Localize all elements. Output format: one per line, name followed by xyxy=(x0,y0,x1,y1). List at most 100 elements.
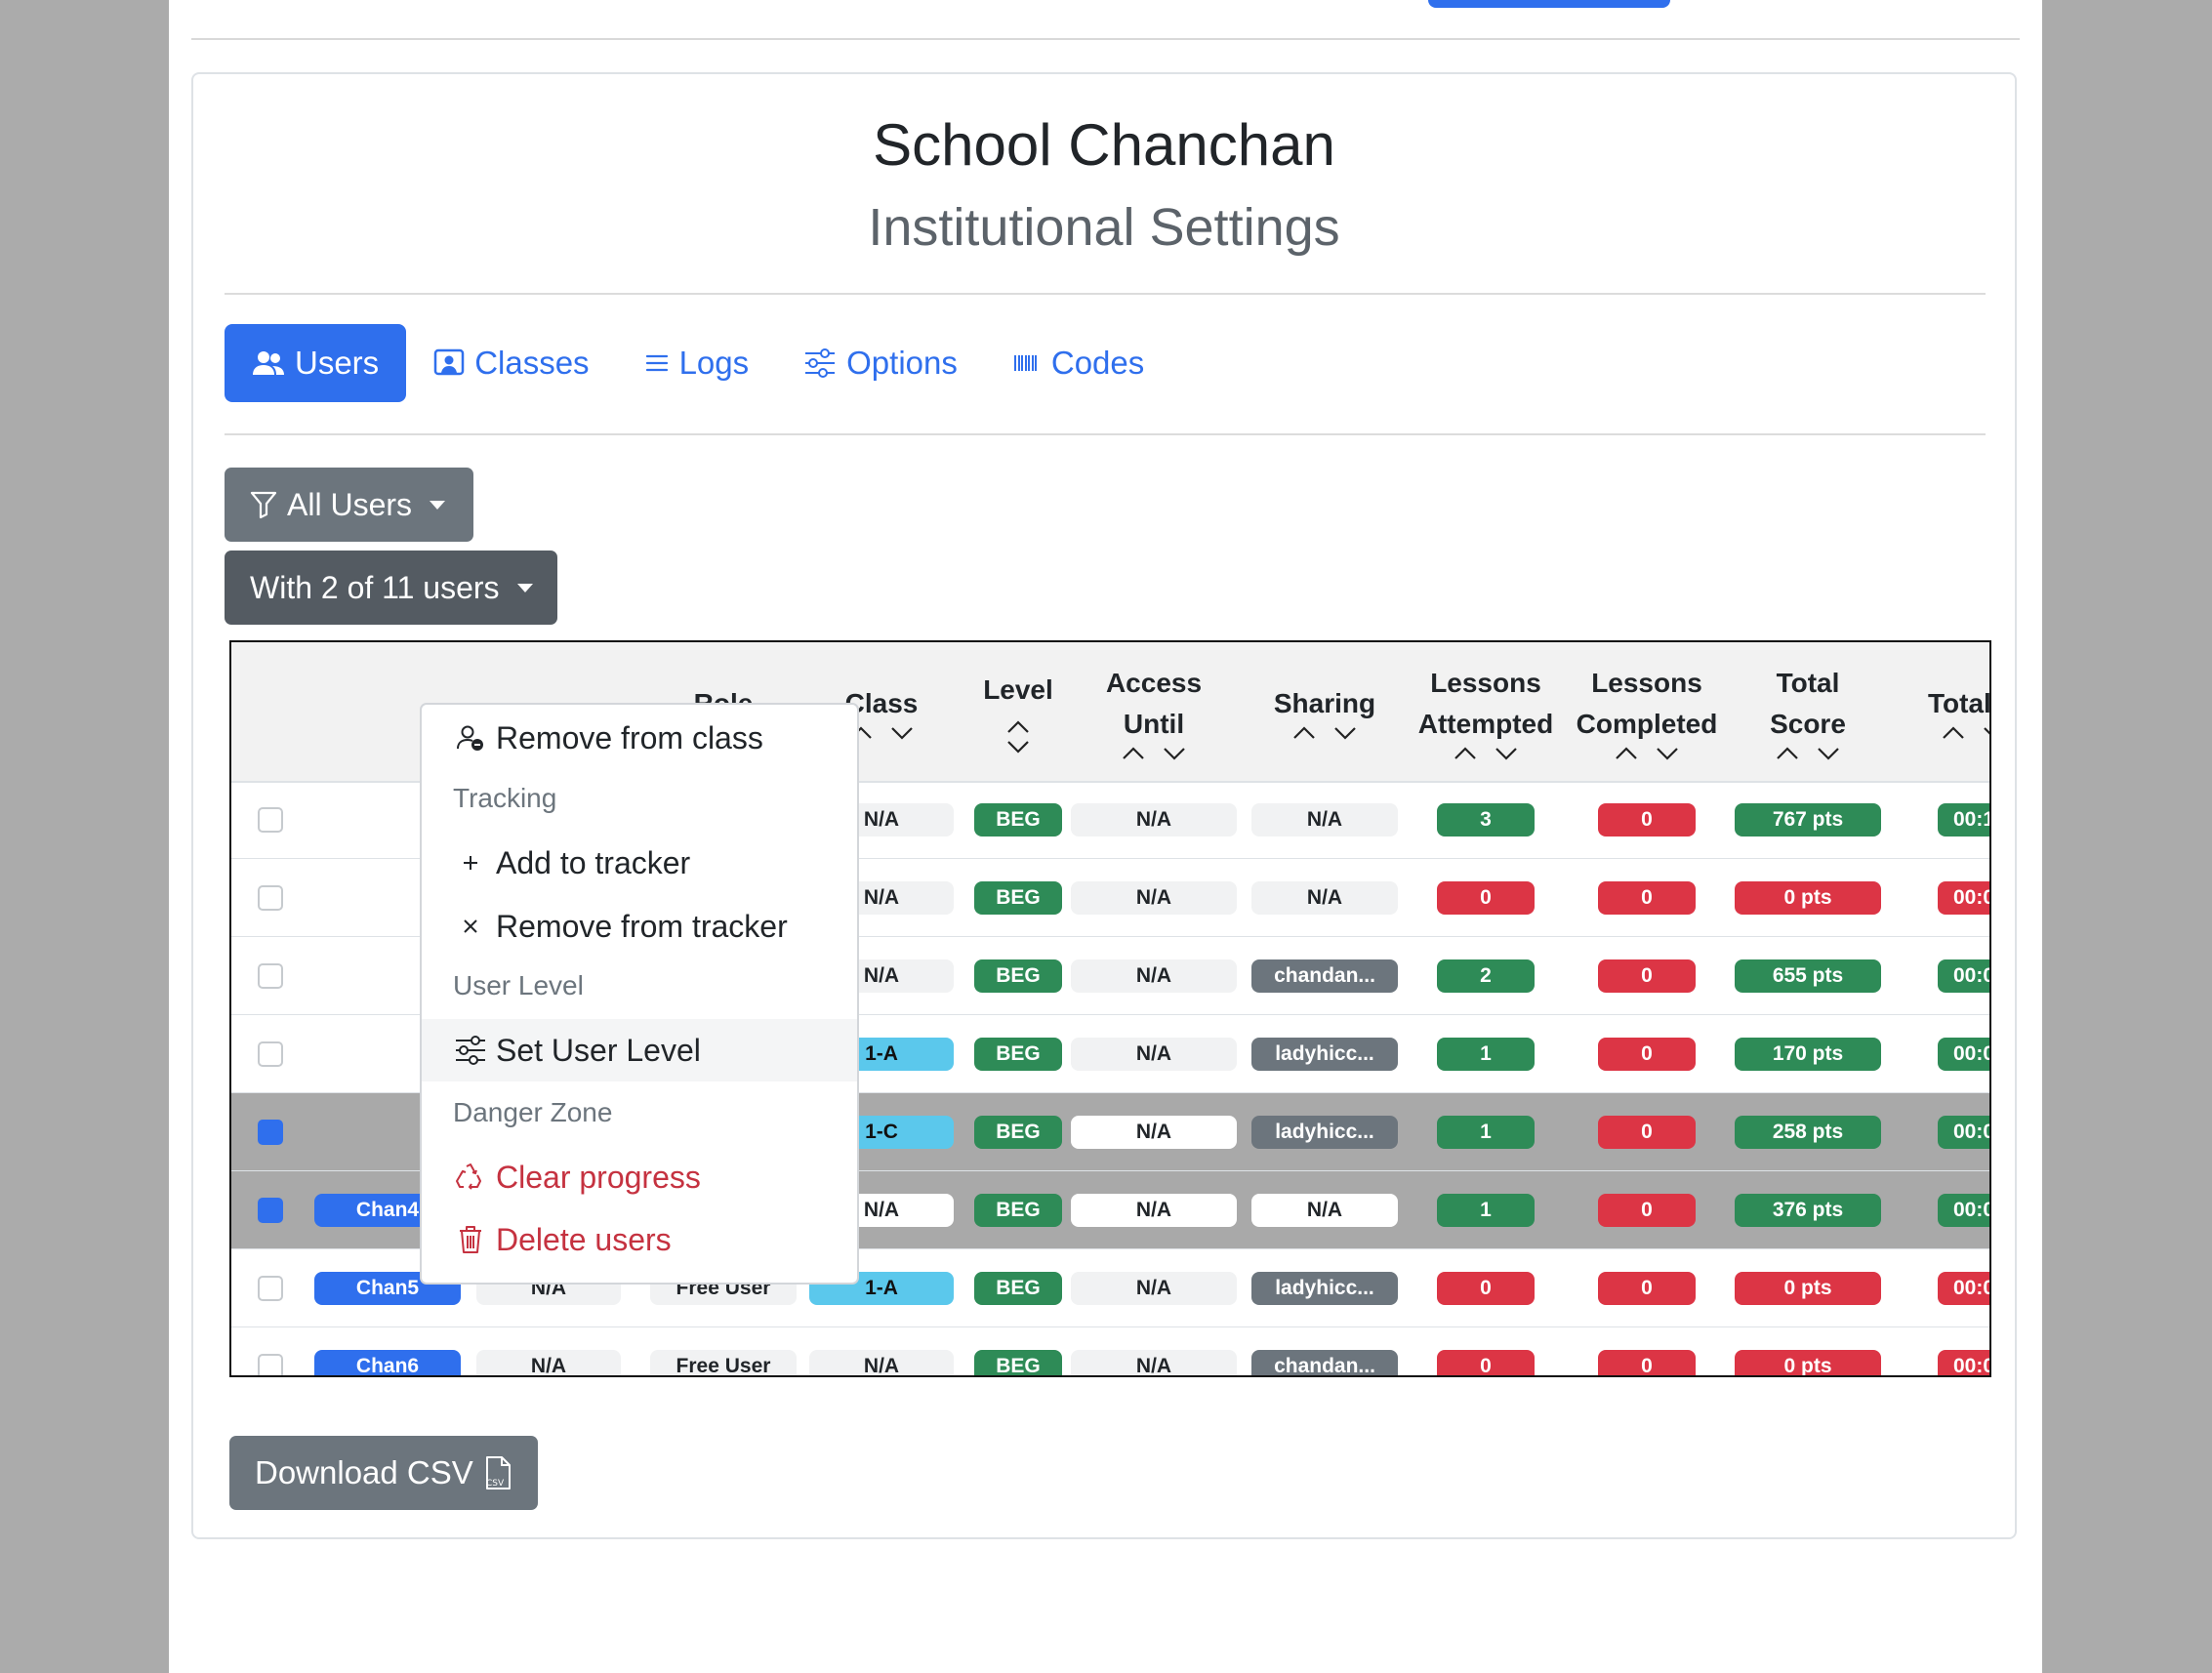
sort-desc-icon[interactable] xyxy=(1163,747,1186,760)
cell-sharing: chandan... xyxy=(1242,937,1408,1015)
sort-desc-icon[interactable] xyxy=(1983,726,1991,740)
tab-classes[interactable]: Classes xyxy=(406,324,616,402)
sort-asc-icon[interactable] xyxy=(1776,747,1799,760)
user-level-header: User Level xyxy=(453,970,584,1000)
cell-check xyxy=(231,1327,309,1375)
delete-users-item[interactable]: Delete users xyxy=(422,1208,857,1271)
sort-asc-icon[interactable] xyxy=(1615,747,1638,760)
cell-time: 00:03: xyxy=(1891,1171,1989,1249)
sort-desc-icon[interactable] xyxy=(890,726,914,740)
sort-desc-icon[interactable] xyxy=(1656,747,1679,760)
row-checkbox[interactable] xyxy=(258,1120,283,1145)
page: School Chanchan Institutional Settings U… xyxy=(169,0,2042,1673)
sort-desc-icon[interactable] xyxy=(1495,747,1518,760)
tab-logs-label: Logs xyxy=(678,345,750,381)
level-badge: BEG xyxy=(974,1116,1062,1149)
download-csv-label: Download CSV xyxy=(255,1454,473,1490)
sort-asc-icon[interactable] xyxy=(1942,726,1965,740)
cell-time: 00:05: xyxy=(1891,937,1989,1015)
sort-desc-icon[interactable] xyxy=(1333,726,1357,740)
set-user-level-item[interactable]: Set User Level xyxy=(422,1019,857,1081)
header-sharing[interactable]: Sharing xyxy=(1242,642,1408,781)
school-name: School Chanchan xyxy=(873,112,1335,178)
tab-codes-label: Codes xyxy=(1050,345,1145,381)
row-checkbox[interactable] xyxy=(258,1354,283,1375)
attempted-badge: 2 xyxy=(1437,959,1535,993)
filter-dropdown-button[interactable]: All Users xyxy=(225,468,473,542)
sharing-badge: ladyhicc... xyxy=(1251,1038,1398,1071)
table-row[interactable]: Chan6 N/A Free User N/A BEG N/A chandan... 0 0 0 … xyxy=(231,1327,1989,1375)
sort-asc-icon[interactable] xyxy=(1006,720,1030,734)
svg-text:CSV: CSV xyxy=(486,1479,505,1489)
role-badge: Free User xyxy=(650,1350,797,1375)
tab-codes[interactable]: Codes xyxy=(985,324,1171,402)
list-icon xyxy=(644,351,670,375)
time-badge: 00:10: xyxy=(1938,803,1989,836)
cell-score: 767 pts xyxy=(1730,781,1886,859)
sharing-badge: ladyhicc... xyxy=(1251,1116,1398,1149)
header-lessons-completed[interactable]: Lessons Completed xyxy=(1567,642,1727,781)
cell-name: Chan6 xyxy=(309,1327,466,1375)
row-checkbox[interactable] xyxy=(258,807,283,833)
header-total-time[interactable]: Total Ti xyxy=(1891,642,1991,781)
sort-asc-icon[interactable] xyxy=(1292,726,1316,740)
clear-progress-item[interactable]: Clear progress xyxy=(422,1146,857,1208)
row-checkbox[interactable] xyxy=(258,885,283,911)
cell-access: N/A xyxy=(1071,1093,1237,1171)
time-badge: 00:02: xyxy=(1938,1038,1989,1071)
cell-time: 00:03: xyxy=(1891,1093,1989,1171)
sort-desc-icon[interactable] xyxy=(1006,740,1030,754)
sort-desc-icon[interactable] xyxy=(1817,747,1840,760)
cell-access: N/A xyxy=(1071,781,1237,859)
recycle-icon xyxy=(453,1163,488,1192)
header-access-until[interactable]: Access Until xyxy=(1071,642,1237,781)
cell-check xyxy=(231,1171,309,1249)
sliders-icon xyxy=(803,348,837,378)
access-badge: N/A xyxy=(1071,1194,1237,1227)
cell-attempted: 0 xyxy=(1405,1327,1567,1375)
cell-level: BEG xyxy=(969,937,1067,1015)
row-checkbox[interactable] xyxy=(258,1276,283,1301)
score-badge: 170 pts xyxy=(1735,1038,1881,1071)
cell-completed: 0 xyxy=(1567,859,1727,937)
cell-completed: 0 xyxy=(1567,1249,1727,1327)
header-total-score[interactable]: Total Score xyxy=(1730,642,1886,781)
time-badge: 00:03: xyxy=(1938,1194,1989,1227)
tab-logs[interactable]: Logs xyxy=(617,324,777,402)
add-to-tracker-item[interactable]: Add to tracker xyxy=(422,832,857,894)
download-csv-button[interactable]: Download CSV CSV xyxy=(229,1436,538,1510)
access-badge: N/A xyxy=(1071,803,1237,836)
tabs-divider xyxy=(225,433,1986,435)
user-name-badge[interactable]: Chan6 xyxy=(314,1350,461,1375)
row-checkbox[interactable] xyxy=(258,963,283,989)
cell-level: BEG xyxy=(969,781,1067,859)
cell-check xyxy=(231,937,309,1015)
row-checkbox[interactable] xyxy=(258,1198,283,1223)
cell-attempted: 3 xyxy=(1405,781,1567,859)
users-icon xyxy=(252,349,285,377)
cell-check xyxy=(231,1249,309,1327)
level-badge: BEG xyxy=(974,803,1062,836)
cell-score: 0 pts xyxy=(1730,1249,1886,1327)
header-lessons-attempted[interactable]: Lessons Attempted xyxy=(1405,642,1567,781)
row-checkbox[interactable] xyxy=(258,1041,283,1067)
close-icon xyxy=(453,918,488,935)
remove-from-tracker-item[interactable]: Remove from tracker xyxy=(422,895,857,958)
bulk-actions-button[interactable]: With 2 of 11 users xyxy=(225,551,557,625)
user-remove-icon xyxy=(453,723,488,753)
sort-asc-icon[interactable] xyxy=(1454,747,1477,760)
sort-asc-icon[interactable] xyxy=(1122,747,1145,760)
remove-from-class-item[interactable]: Remove from class xyxy=(422,707,857,769)
cell-sharing: ladyhicc... xyxy=(1242,1093,1408,1171)
completed-badge: 0 xyxy=(1598,881,1696,915)
top-button[interactable] xyxy=(1428,0,1670,8)
tab-options[interactable]: Options xyxy=(776,324,985,402)
access-badge: N/A xyxy=(1071,881,1237,915)
cell-attempted: 0 xyxy=(1405,1249,1567,1327)
tab-users-label: Users xyxy=(295,345,380,381)
completed-badge: 0 xyxy=(1598,1116,1696,1149)
tab-users[interactable]: Users xyxy=(225,324,407,402)
tab-classes-label: Classes xyxy=(474,345,590,381)
header-level[interactable]: Level xyxy=(969,642,1067,781)
tracking-header: Tracking xyxy=(453,783,557,813)
